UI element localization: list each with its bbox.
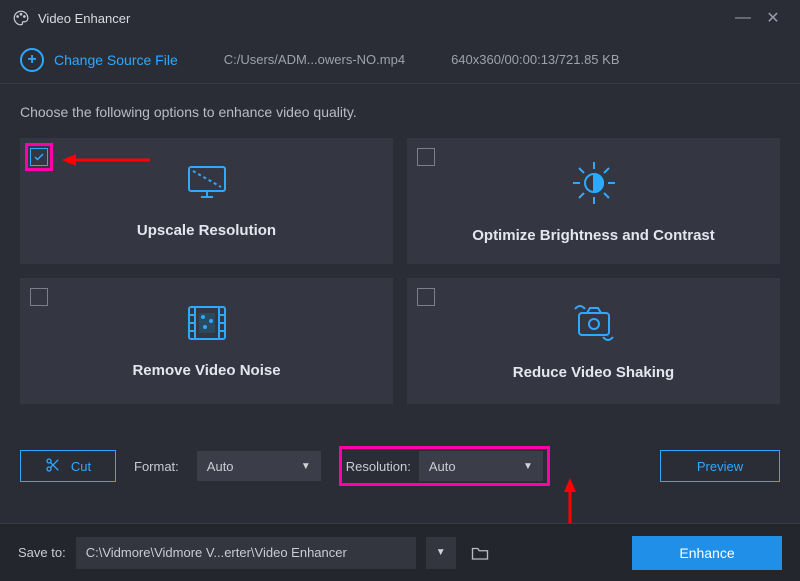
- card-label: Optimize Brightness and Contrast: [472, 227, 715, 244]
- scissors-icon: [45, 457, 61, 476]
- resolution-value: Auto: [429, 459, 456, 474]
- card-label: Remove Video Noise: [132, 362, 280, 379]
- format-value: Auto: [207, 459, 234, 474]
- enhance-button[interactable]: Enhance: [632, 536, 782, 570]
- preview-button[interactable]: Preview: [660, 450, 780, 482]
- palette-icon: [12, 9, 30, 27]
- film-noise-icon: [185, 303, 229, 348]
- format-select[interactable]: Auto ▼: [197, 451, 321, 481]
- chevron-down-icon: ▼: [436, 547, 446, 558]
- cut-button[interactable]: Cut: [20, 450, 116, 482]
- source-bar: + Change Source File C:/Users/ADM...ower…: [0, 36, 800, 84]
- format-label: Format:: [134, 459, 179, 474]
- change-source-label: Change Source File: [54, 52, 178, 68]
- save-to-label: Save to:: [18, 545, 66, 560]
- plus-circle-icon: +: [20, 48, 44, 72]
- open-folder-button[interactable]: [466, 539, 494, 567]
- card-reduce-shaking[interactable]: Reduce Video Shaking: [407, 278, 780, 404]
- titlebar: Video Enhancer ― ✕: [0, 0, 800, 36]
- checkbox-shaking[interactable]: [417, 288, 435, 306]
- close-button[interactable]: ✕: [758, 8, 788, 28]
- change-source-button[interactable]: + Change Source File: [20, 48, 178, 72]
- card-upscale-resolution[interactable]: Upscale Resolution: [20, 138, 393, 264]
- footer: Save to: C:\Vidmore\Vidmore V...erter\Vi…: [0, 523, 800, 581]
- checkbox-upscale[interactable]: [30, 148, 48, 166]
- card-remove-noise[interactable]: Remove Video Noise: [20, 278, 393, 404]
- card-label: Reduce Video Shaking: [513, 364, 674, 381]
- save-path-value: C:\Vidmore\Vidmore V...erter\Video Enhan…: [86, 545, 347, 560]
- brightness-icon: [569, 158, 619, 213]
- instruction-text: Choose the following options to enhance …: [0, 84, 800, 130]
- option-grid: Upscale Resolution Optimize Brightness a…: [0, 130, 800, 404]
- checkbox-noise[interactable]: [30, 288, 48, 306]
- source-path: C:/Users/ADM...owers-NO.mp4: [224, 52, 405, 67]
- preview-label: Preview: [697, 459, 743, 474]
- resolution-label: Resolution:: [346, 459, 411, 474]
- cut-label: Cut: [71, 459, 91, 474]
- save-path-dropdown[interactable]: ▼: [426, 537, 456, 569]
- folder-icon: [471, 545, 489, 561]
- monitor-upscale-icon: [183, 163, 231, 208]
- minimize-button[interactable]: ―: [728, 9, 758, 27]
- annotation-highlight-resolution: Resolution: Auto ▼: [339, 446, 550, 486]
- card-optimize-brightness[interactable]: Optimize Brightness and Contrast: [407, 138, 780, 264]
- window-title: Video Enhancer: [38, 11, 130, 26]
- chevron-down-icon: ▼: [301, 461, 311, 472]
- camera-shake-icon: [567, 301, 621, 350]
- source-meta: 640x360/00:00:13/721.85 KB: [451, 52, 619, 67]
- card-label: Upscale Resolution: [137, 222, 276, 239]
- resolution-select[interactable]: Auto ▼: [419, 451, 543, 481]
- annotation-arrow-icon: [62, 150, 152, 170]
- enhance-label: Enhance: [679, 545, 734, 561]
- chevron-down-icon: ▼: [523, 461, 533, 472]
- save-path-field[interactable]: C:\Vidmore\Vidmore V...erter\Video Enhan…: [76, 537, 416, 569]
- check-icon: [33, 151, 45, 163]
- controls-row: Cut Format: Auto ▼ Resolution: Auto ▼ Pr…: [0, 446, 800, 486]
- checkbox-brightness[interactable]: [417, 148, 435, 166]
